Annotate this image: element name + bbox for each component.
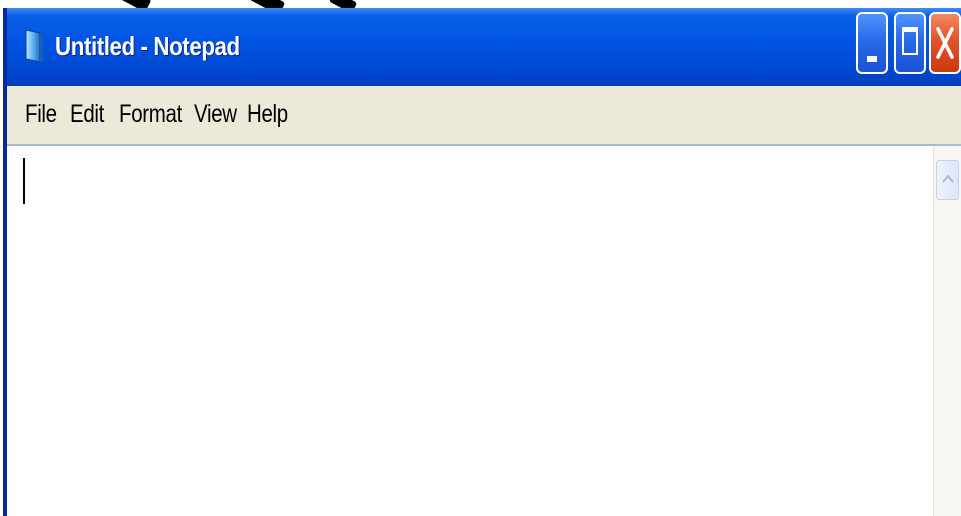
text-editor[interactable] [7,146,933,516]
menu-format[interactable]: Format [119,96,182,132]
close-icon [936,27,954,59]
menu-help[interactable]: Help [247,96,288,132]
text-cursor [23,158,25,204]
chevron-up-icon [942,174,954,183]
title-bar[interactable]: Untitled - Notepad [7,8,961,87]
menu-bar: File Edit Format View Help [7,86,961,146]
menu-file[interactable]: File [25,96,57,132]
vertical-scrollbar[interactable] [933,146,961,516]
close-button[interactable] [929,12,961,74]
notepad-icon[interactable] [23,28,45,64]
scroll-up-button[interactable] [936,160,959,200]
menu-view[interactable]: View [194,96,237,132]
minimize-icon [867,56,877,62]
window-title: Untitled - Notepad [55,31,240,61]
minimize-button[interactable] [856,12,888,74]
menu-edit[interactable]: Edit [70,96,104,132]
maximize-icon [902,27,918,55]
maximize-button[interactable] [894,12,926,74]
notepad-window: Untitled - Notepad File Edit Format View… [3,8,961,516]
